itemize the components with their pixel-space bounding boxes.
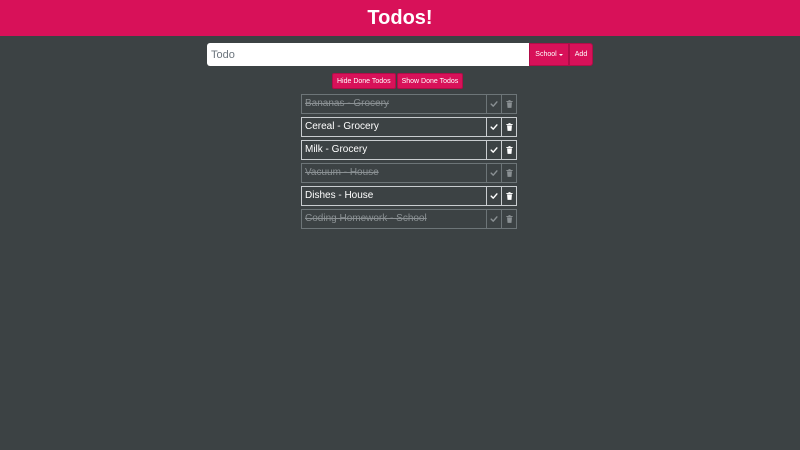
todo-text: Cereal - Grocery bbox=[305, 121, 379, 132]
category-dropdown-button[interactable]: School bbox=[529, 43, 569, 66]
trash-icon bbox=[505, 192, 513, 200]
check-icon bbox=[490, 169, 498, 177]
add-button[interactable]: Add bbox=[569, 43, 593, 66]
category-dropdown-label: School bbox=[535, 51, 557, 58]
trash-icon bbox=[505, 215, 513, 223]
delete-todo-button[interactable] bbox=[501, 141, 516, 159]
complete-todo-button[interactable] bbox=[486, 210, 501, 228]
check-icon bbox=[490, 146, 498, 154]
todo-text: Coding Homework - School bbox=[305, 213, 427, 224]
trash-icon bbox=[505, 146, 513, 154]
delete-todo-button[interactable] bbox=[501, 187, 516, 205]
todo-text: Milk - Grocery bbox=[305, 144, 368, 155]
todo-item: Vacuum - House bbox=[301, 163, 517, 183]
hide-done-todos-button[interactable]: Hide Done Todos bbox=[332, 73, 396, 89]
todo-item: Coding Homework - School bbox=[301, 209, 517, 229]
page-title: Todos! bbox=[367, 6, 433, 29]
todo-item: Cereal - Grocery bbox=[301, 117, 517, 137]
complete-todo-button[interactable] bbox=[486, 95, 501, 113]
filter-buttons: Hide Done Todos Show Done Todos bbox=[332, 73, 464, 89]
check-icon bbox=[490, 192, 498, 200]
todo-item: Dishes - House bbox=[301, 186, 517, 206]
complete-todo-button[interactable] bbox=[486, 164, 501, 182]
delete-todo-button[interactable] bbox=[501, 164, 516, 182]
todo-input[interactable] bbox=[207, 43, 529, 66]
caret-down-icon bbox=[558, 53, 563, 56]
trash-icon bbox=[505, 100, 513, 108]
show-done-todos-button[interactable]: Show Done Todos bbox=[396, 73, 464, 89]
check-icon bbox=[490, 123, 498, 131]
delete-todo-button[interactable] bbox=[501, 210, 516, 228]
delete-todo-button[interactable] bbox=[501, 118, 516, 136]
check-icon bbox=[490, 100, 498, 108]
todo-list: Bananas - Grocery Cereal - Grocery Milk - … bbox=[301, 94, 517, 232]
todo-text: Bananas - Grocery bbox=[305, 98, 389, 109]
check-icon bbox=[490, 215, 498, 223]
delete-todo-button[interactable] bbox=[501, 95, 516, 113]
complete-todo-button[interactable] bbox=[486, 187, 501, 205]
complete-todo-button[interactable] bbox=[486, 118, 501, 136]
add-todo-bar: School Add bbox=[207, 43, 593, 66]
complete-todo-button[interactable] bbox=[486, 141, 501, 159]
todo-text: Dishes - House bbox=[305, 190, 374, 201]
todo-text: Vacuum - House bbox=[305, 167, 379, 178]
trash-icon bbox=[505, 123, 513, 131]
todo-item: Milk - Grocery bbox=[301, 140, 517, 160]
todo-item: Bananas - Grocery bbox=[301, 94, 517, 114]
app-header: Todos! bbox=[0, 0, 800, 36]
trash-icon bbox=[505, 169, 513, 177]
